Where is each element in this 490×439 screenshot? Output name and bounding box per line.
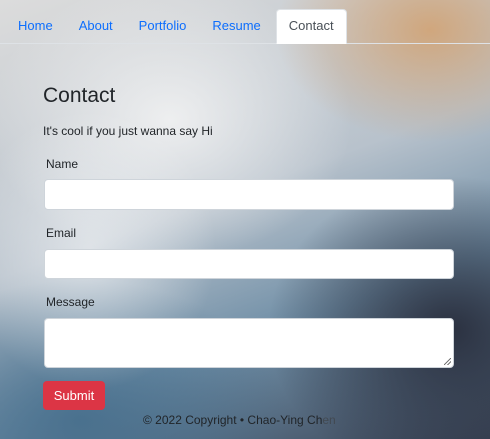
nav-home-link[interactable]: Home — [18, 18, 53, 43]
page-title: Contact — [43, 84, 116, 107]
footer-copyright: © 2022 Copyright • Chao-Ying Chen — [143, 413, 336, 427]
footer-text: © 2022 Copyright • Chao-Ying Ch — [143, 413, 323, 427]
email-input[interactable] — [44, 249, 454, 279]
nav-contact-tab[interactable]: Contact — [275, 9, 347, 44]
footer-text-faded: en — [322, 413, 336, 427]
navbar: Home About Portfolio Resume Contact — [0, 0, 490, 44]
submit-button[interactable]: Submit — [43, 381, 105, 410]
name-input[interactable] — [44, 179, 454, 210]
message-textarea[interactable] — [44, 318, 454, 368]
nav-about-link[interactable]: About — [79, 18, 113, 43]
resize-grip-icon[interactable] — [444, 358, 451, 365]
nav-portfolio-link[interactable]: Portfolio — [139, 18, 187, 43]
contact-header: Contact It's cool if you just wanna say … — [43, 84, 455, 138]
page-subtitle: It's cool if you just wanna say Hi — [43, 124, 213, 138]
email-label: Email — [46, 226, 77, 240]
name-label: Name — [46, 157, 79, 171]
message-label: Message — [46, 295, 95, 309]
nav-resume-link[interactable]: Resume — [212, 18, 260, 43]
